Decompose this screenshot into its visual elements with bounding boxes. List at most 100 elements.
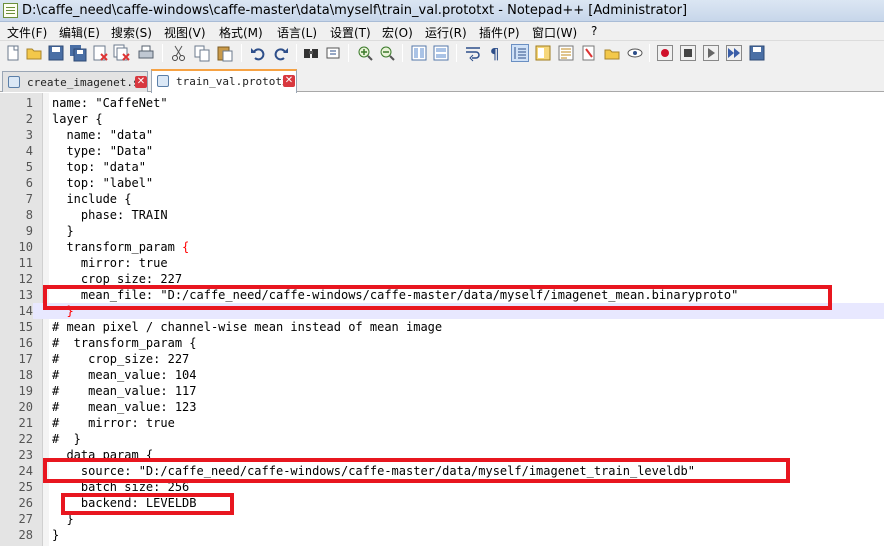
menu-format[interactable]: 格式(M) (219, 24, 263, 41)
code-line[interactable]: 20 # mean_value: 123 (0, 399, 884, 415)
line-number: 24 (18, 464, 33, 478)
menu-language[interactable]: 语言(L) (277, 24, 317, 41)
save-all-icon[interactable] (69, 44, 87, 62)
code-text: # } (52, 432, 81, 446)
line-text: } (52, 527, 59, 543)
menu-view[interactable]: 视图(V) (164, 24, 206, 41)
indent-guide-icon[interactable] (511, 44, 529, 62)
line-number: 21 (18, 416, 33, 430)
code-line[interactable]: 26 backend: LEVELDB (0, 495, 884, 511)
redo-icon[interactable] (272, 44, 290, 62)
code-line[interactable]: 6 top: "label" (0, 175, 884, 191)
title-bar: D:\caffe_need\caffe-windows\caffe-master… (0, 0, 884, 22)
code-text: transform_param (52, 240, 183, 254)
menu-macro[interactable]: 宏(O) (382, 24, 413, 41)
eye-icon[interactable] (626, 44, 644, 62)
code-line[interactable]: 5 top: "data" (0, 159, 884, 175)
line-text: transform_param { (52, 239, 189, 255)
code-line[interactable]: 3 name: "data" (0, 127, 884, 143)
copy-icon[interactable] (193, 44, 211, 62)
code-line[interactable]: 16 # transform_param { (0, 335, 884, 351)
line-text: name: "data" (52, 127, 153, 143)
menu-window[interactable]: 窗口(W) (532, 24, 577, 41)
close-tab-icon[interactable]: ✕ (283, 75, 295, 87)
doc-map-icon[interactable] (534, 44, 552, 62)
paste-icon[interactable] (216, 44, 234, 62)
code-line[interactable]: 13 mean_file: "D:/caffe_need/caffe-windo… (0, 287, 884, 303)
run-macro-multiple-icon[interactable] (725, 44, 743, 62)
folder-workspace-icon[interactable] (580, 44, 598, 62)
code-line[interactable]: 17 # crop_size: 227 (0, 351, 884, 367)
code-text: name: "CaffeNet" (52, 96, 168, 110)
menu-plugins[interactable]: 插件(P) (479, 24, 520, 41)
close-tab-icon[interactable]: ✕ (135, 76, 147, 88)
close-all-icon[interactable] (113, 44, 131, 62)
code-text: # mean pixel / channel-wise mean instead… (52, 320, 443, 334)
tab-create-imagenet[interactable]: create_imagenet.sh ✕ (2, 71, 148, 92)
zoom-out-icon[interactable] (378, 44, 396, 62)
undo-icon[interactable] (249, 44, 267, 62)
stop-record-icon[interactable] (679, 44, 697, 62)
menu-help[interactable]: ? (591, 24, 597, 38)
play-macro-icon[interactable] (702, 44, 720, 62)
cut-icon[interactable] (170, 44, 188, 62)
code-line[interactable]: 10 transform_param { (0, 239, 884, 255)
code-text: name: "data" (52, 128, 154, 142)
code-line[interactable]: 2 layer { (0, 111, 884, 127)
show-all-chars-icon[interactable]: ¶ (486, 44, 504, 62)
new-file-icon[interactable] (4, 44, 22, 62)
line-text: top: "label" (52, 175, 153, 191)
code-line[interactable]: 24 source: "D:/caffe_need/caffe-windows/… (0, 463, 884, 479)
line-text: data_param { (52, 447, 153, 463)
code-text: # mirror: true (52, 416, 175, 430)
code-line[interactable]: 1 name: "CaffeNet" (0, 95, 884, 111)
menu-edit[interactable]: 编辑(E) (59, 24, 100, 41)
close-icon[interactable] (91, 44, 109, 62)
menu-search[interactable]: 搜索(S) (111, 24, 152, 41)
record-macro-icon[interactable] (656, 44, 674, 62)
code-line[interactable]: 19 # mean_value: 117 (0, 383, 884, 399)
code-line[interactable]: 21 # mirror: true (0, 415, 884, 431)
save-macro-icon[interactable] (748, 44, 766, 62)
tab-train-val[interactable]: train_val.prototxt ✕ (151, 69, 297, 93)
line-text: layer { (52, 111, 103, 127)
code-line[interactable]: 8 phase: TRAIN (0, 207, 884, 223)
code-line[interactable]: 15 # mean pixel / channel-wise mean inste… (0, 319, 884, 335)
code-line[interactable]: 12 crop_size: 227 (0, 271, 884, 287)
line-number: 15 (18, 320, 33, 334)
monitoring-icon[interactable] (603, 44, 621, 62)
code-line[interactable]: 7 include { (0, 191, 884, 207)
code-line[interactable]: 4 type: "Data" (0, 143, 884, 159)
code-line[interactable]: 14 } (0, 303, 884, 319)
replace-icon[interactable] (324, 44, 342, 62)
code-line[interactable]: 22 # } (0, 431, 884, 447)
menu-bar: 文件(F) 编辑(E) 搜索(S) 视图(V) 格式(M) 语言(L) 设置(T… (0, 22, 884, 41)
matched-brace: } (66, 304, 74, 318)
print-icon[interactable] (137, 44, 155, 62)
code-text: source: "D:/caffe_need/caffe-windows/caf… (52, 464, 695, 478)
menu-settings[interactable]: 设置(T) (330, 24, 371, 41)
code-line[interactable]: 27 } (0, 511, 884, 527)
open-file-icon[interactable] (25, 44, 43, 62)
sync-vertical-icon[interactable] (410, 44, 428, 62)
code-line[interactable]: 9 } (0, 223, 884, 239)
word-wrap-icon[interactable] (464, 44, 482, 62)
menu-file[interactable]: 文件(F) (7, 24, 47, 41)
code-line[interactable]: 11 mirror: true (0, 255, 884, 271)
find-icon[interactable] (302, 44, 320, 62)
zoom-in-icon[interactable] (356, 44, 374, 62)
code-text: backend: LEVELDB (52, 496, 197, 510)
function-list-icon[interactable] (557, 44, 575, 62)
save-icon[interactable] (47, 44, 65, 62)
code-line[interactable]: 23 data_param { (0, 447, 884, 463)
line-text: top: "data" (52, 159, 145, 175)
code-text: batch_size: 256 (52, 480, 190, 494)
menu-run[interactable]: 运行(R) (425, 24, 467, 41)
sync-horizontal-icon[interactable] (432, 44, 450, 62)
line-text: } (52, 303, 74, 319)
editor-area[interactable]: 1 name: "CaffeNet" 2 layer {3 name: "data" 4… (0, 93, 884, 546)
code-line[interactable]: 25 batch_size: 256 (0, 479, 884, 495)
code-line[interactable]: 28} (0, 527, 884, 543)
code-line[interactable]: 18 # mean_value: 104 (0, 367, 884, 383)
